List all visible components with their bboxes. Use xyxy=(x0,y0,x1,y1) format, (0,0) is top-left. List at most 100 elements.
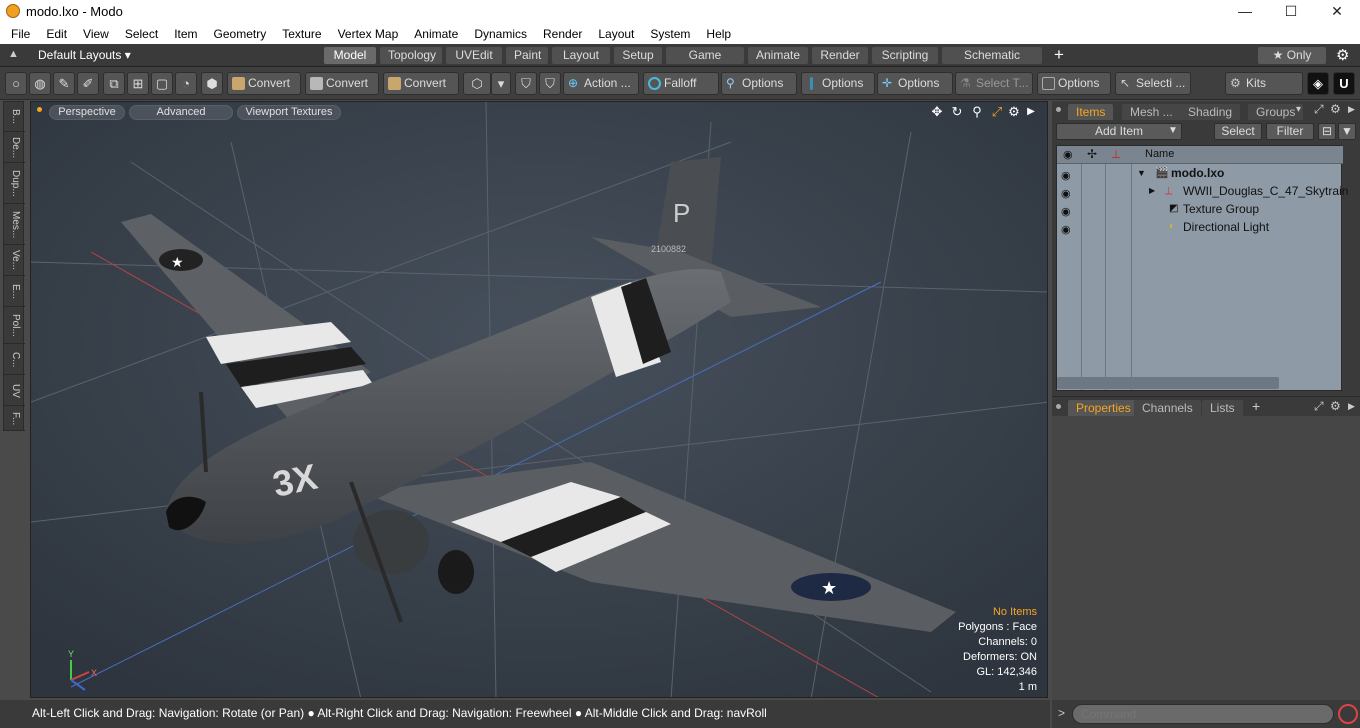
kits-button[interactable]: ⚙ Kits xyxy=(1225,72,1303,95)
pen-icon[interactable]: ✎ xyxy=(53,72,75,95)
menu-help[interactable]: Help xyxy=(698,27,739,41)
tab-render[interactable]: Render xyxy=(812,47,868,64)
cube-select-icon[interactable]: ⬡ xyxy=(463,72,491,95)
viewport-menu-arrow-icon[interactable]: ▶ xyxy=(1023,104,1039,120)
add-tab-icon[interactable]: + xyxy=(1252,398,1260,414)
tab-paint[interactable]: Paint xyxy=(506,47,548,64)
left-tab-mesh-edit[interactable]: Mes... xyxy=(4,205,25,245)
menu-item[interactable]: Item xyxy=(166,27,205,41)
options-button-4[interactable]: Options xyxy=(1037,72,1111,95)
shield-icon[interactable]: ⛉ xyxy=(515,72,537,95)
3d-viewport[interactable]: ★ ★ P 2100882 3X Y X Perspective Advance… xyxy=(30,101,1048,698)
maximize-viewport-icon[interactable]: ⤢ xyxy=(989,104,1005,120)
menu-layout[interactable]: Layout xyxy=(590,27,642,41)
list-item-mesh[interactable]: ◉ ▶ ⟂ WWII_Douglas_C_47_Skytrain xyxy=(1057,182,1348,200)
convert-button-3[interactable]: Convert xyxy=(383,72,459,95)
options-button-3[interactable]: ✛ Options xyxy=(877,72,953,95)
viewport-settings-icon[interactable]: ⚙ xyxy=(1006,104,1022,120)
select-vertices-icon[interactable]: ○ xyxy=(5,72,27,95)
viewport-dot-icon[interactable] xyxy=(37,107,42,112)
zoom-icon[interactable]: ⚲ xyxy=(969,104,985,120)
record-icon[interactable] xyxy=(1338,704,1358,724)
options-button-1[interactable]: ⚲ Options xyxy=(721,72,797,95)
horizontal-scrollbar[interactable] xyxy=(1057,377,1279,389)
panel-gear-icon[interactable]: ⚙ xyxy=(1330,399,1341,413)
funnel-icon[interactable]: ▼ xyxy=(1338,123,1356,140)
tab-scripting[interactable]: Scripting xyxy=(872,47,938,64)
convert-button-2[interactable]: Convert xyxy=(305,72,379,95)
tab-game-tools[interactable]: Game Tools xyxy=(666,47,744,79)
menu-view[interactable]: View xyxy=(75,27,117,41)
tab-layout[interactable]: Layout xyxy=(552,47,610,64)
eye-icon[interactable]: ◉ xyxy=(1061,221,1071,239)
tab-setup[interactable]: Setup xyxy=(614,47,662,64)
rotate-icon[interactable]: ↻ xyxy=(949,104,965,120)
menu-file[interactable]: File xyxy=(3,27,38,41)
convert-button-1[interactable]: Convert xyxy=(227,72,301,95)
advanced-button[interactable]: Advanced xyxy=(129,105,233,120)
selection-button[interactable]: ↖ Selecti ... xyxy=(1115,72,1191,95)
collapse-icon[interactable]: ⊟ xyxy=(1318,123,1336,140)
tab-animate[interactable]: Animate xyxy=(748,47,808,64)
menu-animate[interactable]: Animate xyxy=(406,27,466,41)
panel-dot-icon[interactable] xyxy=(1056,107,1061,112)
cube-icon[interactable]: ⬢ xyxy=(201,72,223,95)
menu-texture[interactable]: Texture xyxy=(274,27,329,41)
left-tab-edge[interactable]: E... xyxy=(4,277,25,307)
tab-properties[interactable]: Properties xyxy=(1068,400,1139,416)
polygon-icon[interactable]: ▢ xyxy=(151,72,173,95)
left-tab-duplicate[interactable]: Dup... xyxy=(4,164,25,204)
filter-button[interactable]: Filter xyxy=(1266,123,1314,140)
only-toggle[interactable]: ★ Only xyxy=(1258,47,1326,64)
left-tab-curve[interactable]: C... xyxy=(4,345,25,375)
select-button[interactable]: Select xyxy=(1214,123,1262,140)
tab-lists[interactable]: Lists xyxy=(1202,400,1243,416)
chevron-down-icon[interactable]: ▾ xyxy=(491,72,511,95)
menu-dynamics[interactable]: Dynamics xyxy=(466,27,535,41)
brush-icon[interactable]: ✐ xyxy=(77,72,99,95)
gear-icon[interactable]: ⚙ xyxy=(1336,46,1349,64)
left-tab-deform[interactable]: De... xyxy=(4,133,25,163)
add-item-dropdown-icon[interactable]: ▼ xyxy=(1164,123,1182,140)
menu-system[interactable]: System xyxy=(642,27,698,41)
falloff-button[interactable]: Falloff xyxy=(643,72,719,95)
left-tab-uv[interactable]: UV xyxy=(4,376,25,406)
perspective-button[interactable]: Perspective xyxy=(49,105,125,120)
minimize-button[interactable]: — xyxy=(1222,0,1268,23)
left-tab-vertex[interactable]: Ve... xyxy=(4,246,25,276)
panel-dropdown-icon[interactable]: ▾ xyxy=(1296,104,1301,115)
tab-topology[interactable]: Topology xyxy=(380,47,442,64)
unity-icon[interactable]: ◈ xyxy=(1307,72,1329,95)
menu-select[interactable]: Select xyxy=(117,27,166,41)
collapse-arrow-icon[interactable]: ▲ xyxy=(8,48,19,60)
tab-channels[interactable]: Channels xyxy=(1134,400,1201,416)
loop-icon[interactable]: ⧉ xyxy=(103,72,125,95)
left-tab-fusion[interactable]: F... xyxy=(4,407,25,431)
select-through-button[interactable]: ⚗ Select T... xyxy=(955,72,1033,95)
menu-geometry[interactable]: Geometry xyxy=(206,27,275,41)
action-center-button[interactable]: ⊕ Action ... xyxy=(563,72,639,95)
left-tab-polygon[interactable]: Pol... xyxy=(4,308,25,344)
panel-gear-icon[interactable]: ⚙ xyxy=(1330,102,1341,116)
expand-arrow-icon[interactable]: ▶ xyxy=(1149,182,1155,200)
tab-schematic-fusion[interactable]: Schematic Fusion xyxy=(942,47,1042,79)
command-input[interactable] xyxy=(1072,704,1334,724)
list-item-directional-light[interactable]: ◉ ◐ Directional Light xyxy=(1057,218,1343,236)
panel-arrow-icon[interactable]: ▶ xyxy=(1348,104,1355,115)
expand-icon[interactable]: ⤢ xyxy=(1314,399,1324,414)
tab-shading[interactable]: Shading xyxy=(1180,104,1241,120)
menu-edit[interactable]: Edit xyxy=(38,27,75,41)
menu-vertex-map[interactable]: Vertex Map xyxy=(330,27,407,41)
bevel-icon[interactable]: ⊞ xyxy=(127,72,149,95)
sphere-icon[interactable]: ◍ xyxy=(29,72,51,95)
left-tab-basic[interactable]: B... xyxy=(4,102,25,132)
unreal-icon[interactable]: U xyxy=(1333,72,1355,95)
panel-dot-icon[interactable] xyxy=(1056,404,1061,409)
default-layouts-dropdown[interactable]: Default Layouts ▾ xyxy=(38,48,131,62)
panel-arrow-icon[interactable]: ▶ xyxy=(1348,401,1355,412)
expand-arrow-icon[interactable]: ▼ xyxy=(1137,164,1146,182)
add-tab-icon[interactable]: + xyxy=(1054,45,1064,65)
viewport-textures-button[interactable]: Viewport Textures xyxy=(237,105,341,120)
tab-mesh[interactable]: Mesh ... xyxy=(1122,104,1181,120)
options-button-2[interactable]: Options xyxy=(801,72,875,95)
